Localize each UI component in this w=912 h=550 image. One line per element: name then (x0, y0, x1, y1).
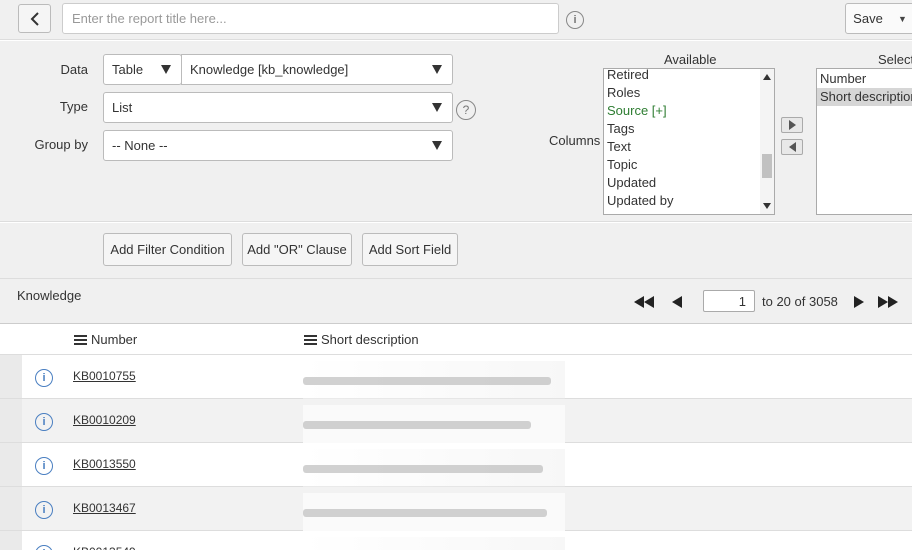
table-row[interactable]: i KB0013550 (0, 443, 912, 487)
save-options-button[interactable]: ▼ (890, 3, 912, 34)
data-table-select[interactable]: Knowledge [kb_knowledge] (181, 54, 453, 85)
add-filter-condition-button[interactable]: Add Filter Condition (103, 233, 232, 266)
groupby-value: -- None -- (112, 138, 168, 153)
type-value: List (112, 100, 133, 115)
available-column-option[interactable]: Retired (604, 69, 760, 84)
record-number-link[interactable]: KB0013467 (73, 501, 136, 515)
column-header-short-description[interactable]: Short description (304, 332, 419, 347)
data-table-value: Knowledge [kb_knowledge] (190, 62, 349, 77)
filter-bar: Add Filter Condition Add "OR" Clause Add… (0, 223, 912, 279)
data-source-type-select[interactable]: Table (103, 54, 182, 85)
list-title: Knowledge (17, 288, 82, 303)
data-label: Data (60, 62, 88, 77)
caret-down-icon (432, 65, 442, 74)
info-icon[interactable]: i (35, 545, 53, 550)
add-column-button[interactable] (781, 117, 803, 133)
record-number-link[interactable]: KB0010209 (73, 413, 136, 427)
available-column-option[interactable]: Updated (604, 174, 760, 192)
caret-down-icon (161, 65, 171, 74)
column-header-number[interactable]: Number (74, 332, 137, 347)
row-gutter (0, 443, 22, 486)
short-description-cell (303, 537, 565, 550)
column-menu-icon[interactable] (304, 334, 317, 345)
back-button[interactable] (18, 4, 51, 33)
scroll-thumb[interactable] (762, 154, 772, 178)
remove-column-button[interactable] (781, 139, 803, 155)
next-page-icon[interactable] (854, 296, 864, 308)
page-range-text: to 20 of 3058 (762, 294, 838, 309)
short-description-cell (303, 361, 565, 399)
info-icon[interactable]: i (35, 501, 53, 519)
caret-down-icon (432, 141, 442, 150)
column-header-label: Short description (321, 332, 419, 347)
available-column-option[interactable]: Updated by (604, 192, 760, 210)
selected-columns-list[interactable]: Number Short description (816, 68, 912, 215)
selected-column-option[interactable]: Number (817, 70, 912, 88)
help-icon[interactable]: ? (456, 100, 476, 120)
add-sort-field-button[interactable]: Add Sort Field (362, 233, 458, 266)
list-header-bar: Knowledge to 20 of 3058 (0, 279, 912, 324)
first-page-icon[interactable] (634, 296, 654, 308)
info-icon[interactable]: i (35, 369, 53, 387)
column-header-label: Number (91, 332, 138, 347)
report-title-input[interactable] (62, 3, 559, 34)
groupby-select[interactable]: -- None -- (103, 130, 453, 161)
info-icon[interactable]: i (566, 11, 584, 29)
row-gutter (0, 399, 22, 442)
column-menu-icon[interactable] (74, 334, 87, 345)
info-icon[interactable]: i (35, 457, 53, 475)
record-number-link[interactable]: KB0010755 (73, 369, 136, 383)
available-columns-list[interactable]: Retired Roles Source [+] Tags Text Topic Updat… (603, 68, 775, 215)
arrow-right-icon (788, 120, 796, 130)
report-toolbar: i Save ▼ (0, 0, 912, 40)
table-row[interactable]: i KB0013467 (0, 487, 912, 531)
row-gutter (0, 487, 22, 530)
selected-columns-heading: Select (878, 52, 912, 67)
last-page-icon[interactable] (878, 296, 898, 308)
available-column-option[interactable]: Tags (604, 120, 760, 138)
type-label: Type (59, 99, 88, 114)
short-description-cell (303, 493, 565, 531)
available-column-option[interactable]: Source [+] (604, 102, 760, 120)
previous-page-icon[interactable] (672, 296, 682, 308)
arrow-left-icon (788, 142, 796, 152)
columns-label: Columns (549, 133, 601, 148)
caret-down-icon: ▼ (898, 13, 907, 24)
row-gutter (0, 355, 22, 398)
selected-column-option[interactable]: Short description (817, 88, 912, 106)
table-row[interactable]: i KB0010755 (0, 355, 912, 399)
available-columns-scrollbar[interactable] (760, 69, 774, 214)
add-or-clause-button[interactable]: Add "OR" Clause (242, 233, 352, 266)
chevron-left-icon (30, 11, 39, 26)
available-columns-heading: Available (664, 52, 717, 67)
table-row[interactable]: i KB0013549 (0, 531, 912, 550)
record-number-link[interactable]: KB0013549 (73, 545, 136, 550)
short-description-cell (303, 449, 565, 487)
caret-down-icon (432, 103, 442, 112)
short-description-cell (303, 405, 565, 443)
table-row[interactable]: i KB0010209 (0, 399, 912, 443)
available-column-option[interactable]: Roles (604, 84, 760, 102)
record-number-link[interactable]: KB0013550 (73, 457, 136, 471)
available-column-option[interactable]: Topic (604, 156, 760, 174)
table-header: Number Short description (0, 324, 912, 355)
data-source-type-value: Table (112, 62, 144, 77)
type-select[interactable]: List (103, 92, 453, 123)
save-button[interactable]: Save (845, 3, 891, 34)
available-column-option[interactable]: Text (604, 138, 760, 156)
info-icon[interactable]: i (35, 413, 53, 431)
scroll-up-icon[interactable] (763, 74, 771, 80)
scroll-down-icon[interactable] (763, 203, 771, 209)
page-number-input[interactable] (703, 290, 755, 312)
groupby-label: Group by (34, 137, 88, 152)
report-config-panel: Data Table Knowledge [kb_knowledge] Type… (0, 41, 912, 222)
row-gutter (0, 531, 22, 550)
